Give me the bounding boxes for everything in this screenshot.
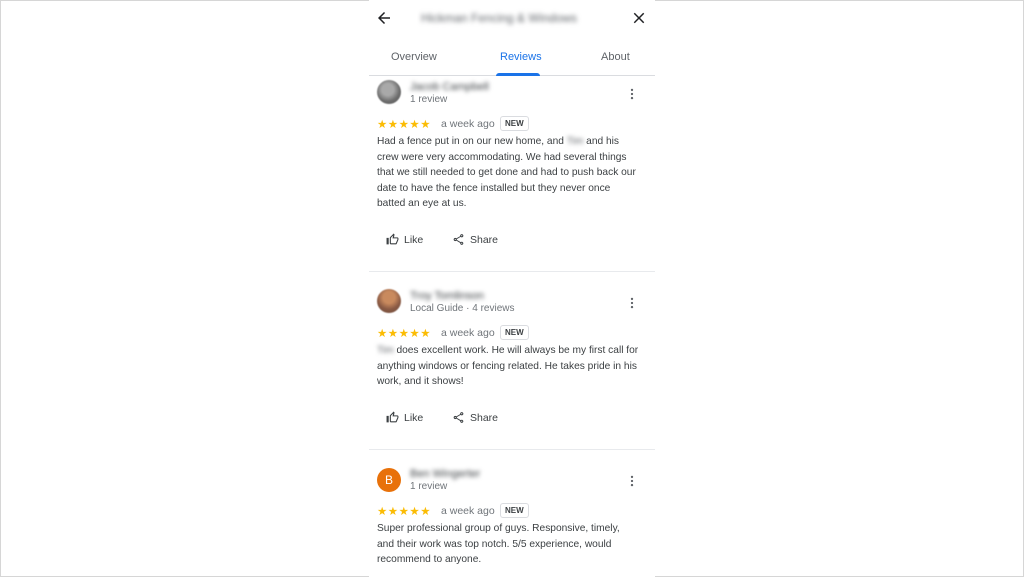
redacted-name: Tim xyxy=(377,345,394,356)
tab-overview[interactable]: Overview xyxy=(391,51,437,63)
redacted-name: Tim xyxy=(566,136,584,147)
review-card: Jacob Campbell 1 review ★★★★★ a week ago… xyxy=(369,76,655,272)
review-card: B Ben Wingerter 1 review ★★★★★ a week ag… xyxy=(369,463,655,577)
tab-bar: Overview Reviews About xyxy=(369,40,655,76)
share-label: Share xyxy=(470,234,499,246)
review-date: a week ago xyxy=(441,327,495,339)
thumb-up-icon xyxy=(386,233,399,245)
divider xyxy=(369,449,655,450)
reviewer-name[interactable]: Ben Wingerter xyxy=(410,468,480,480)
reviewer-name[interactable]: Troy Tomlinson xyxy=(410,290,484,302)
avatar[interactable] xyxy=(377,80,401,104)
tab-reviews[interactable]: Reviews xyxy=(500,51,542,63)
reviews-panel: Hickman Fencing & Windows Overview Revie… xyxy=(369,0,655,577)
star-rating: ★★★★★ xyxy=(377,506,432,518)
review-text: Super professional group of guys. Respon… xyxy=(377,523,620,565)
avatar[interactable] xyxy=(377,289,401,313)
tab-about[interactable]: About xyxy=(601,51,630,63)
review-text: Tim does excellent work. He will always … xyxy=(377,345,639,387)
avatar[interactable]: B xyxy=(377,468,401,492)
more-vert-icon[interactable] xyxy=(625,296,639,310)
new-badge: NEW xyxy=(500,116,529,131)
top-bar: Hickman Fencing & Windows xyxy=(369,0,655,38)
reviewer-meta: Local Guide · 4 reviews xyxy=(410,303,515,314)
share-icon xyxy=(453,234,464,245)
reviewer-name[interactable]: Jacob Campbell xyxy=(410,81,489,93)
review-text: Had a fence put in on our new home, and … xyxy=(377,136,636,209)
review-date: a week ago xyxy=(441,118,495,130)
arrow-back-icon[interactable] xyxy=(375,9,393,27)
review-date: a week ago xyxy=(441,505,495,517)
star-rating: ★★★★★ xyxy=(377,328,432,340)
review-card: Troy Tomlinson Local Guide · 4 reviews ★… xyxy=(369,285,655,450)
new-badge: NEW xyxy=(500,503,529,518)
reviewer-meta: 1 review xyxy=(410,94,448,105)
close-icon[interactable] xyxy=(630,9,648,27)
star-rating: ★★★★★ xyxy=(377,119,432,131)
more-vert-icon[interactable] xyxy=(625,474,639,488)
like-label: Like xyxy=(404,234,424,246)
like-label: Like xyxy=(404,412,424,424)
business-name: Hickman Fencing & Windows xyxy=(421,11,578,25)
divider xyxy=(369,271,655,272)
thumb-up-icon xyxy=(386,411,399,423)
new-badge: NEW xyxy=(500,325,529,340)
reviewer-meta: 1 review xyxy=(410,481,448,492)
share-icon xyxy=(453,412,464,423)
share-label: Share xyxy=(470,412,499,424)
more-vert-icon[interactable] xyxy=(625,87,639,101)
